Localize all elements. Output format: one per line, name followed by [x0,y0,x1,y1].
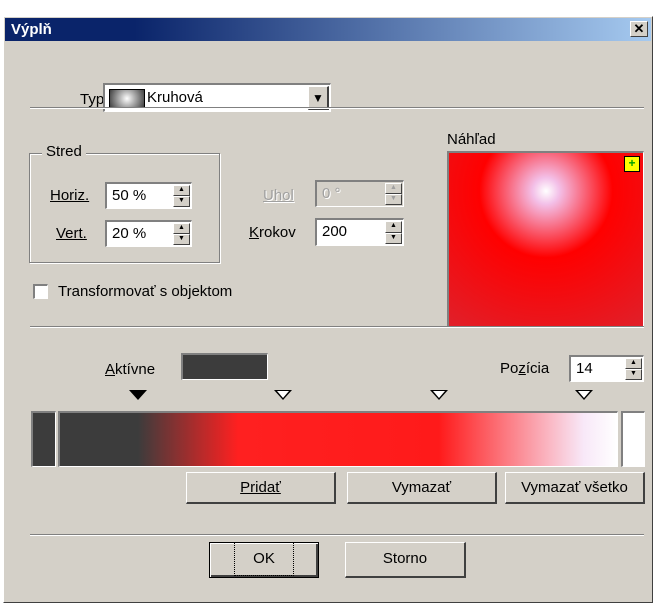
angle-value: 0 ° [322,185,341,202]
spin-up-icon[interactable]: ▲ [385,221,402,233]
end-color-fill [623,413,644,466]
start-color-fill [33,413,55,466]
vert-input[interactable]: 20 % ▲ ▼ [105,220,192,247]
gradient-bar[interactable] [58,411,618,467]
center-group-label: Stred [42,143,86,160]
cancel-button[interactable]: Storno [345,542,466,578]
steps-value: 200 [322,223,348,240]
spin-up-icon[interactable]: ▲ [173,223,190,234]
spin-down-icon[interactable]: ▼ [173,234,190,245]
angle-spinner: ▲ ▼ [385,183,402,205]
zoom-plus-icon[interactable]: + [624,156,640,172]
delete-stop-button[interactable]: Vymazať [347,472,497,504]
separator-middle [30,326,644,328]
type-value: Kruhová [147,89,203,106]
gradient-stop-marker[interactable] [273,390,292,400]
delete-all-button[interactable]: Vymazať všetko [505,472,645,504]
type-label: Typ [80,91,105,108]
spin-down-icon[interactable]: ▼ [385,232,402,244]
position-input[interactable]: 14 ▲ ▼ [569,355,644,382]
steps-input[interactable]: 200 ▲ ▼ [315,218,404,246]
delete-stop-label: Vymazať [391,479,452,496]
gradient-stop-marker[interactable] [574,390,593,400]
dialog-title: Výplň [11,21,52,38]
horiz-label: Horiz. [50,187,90,204]
add-stop-label: Pridať [240,479,281,496]
plus-glyph: + [628,156,636,170]
gradient-end-swatch[interactable] [621,411,645,467]
ok-label: OK [234,542,294,576]
gradient-stop-marker-selected[interactable] [128,390,147,400]
active-label: Aktívne [105,361,156,378]
delete-all-label: Vymazať všetko [521,479,628,496]
position-spinner[interactable]: ▲ ▼ [625,358,642,380]
spin-down-icon[interactable]: ▼ [625,369,642,380]
preview-label: Náhľad [447,131,496,148]
title-bar[interactable]: Výplň ✕ [5,18,651,41]
vert-spinner[interactable]: ▲ ▼ [173,223,190,245]
ok-button[interactable]: OK [209,542,319,578]
vert-value: 20 % [112,225,147,242]
gradient-fill [60,413,617,466]
separator-top [30,107,644,109]
separator-bottom [30,534,644,536]
horiz-spinner[interactable]: ▲ ▼ [173,185,190,207]
horiz-input[interactable]: 50 % ▲ ▼ [105,182,192,209]
add-stop-button[interactable]: Pridať [186,472,336,504]
spin-down-icon[interactable]: ▼ [173,196,190,207]
angle-label: Uhol [263,187,294,204]
position-label: Pozícia [500,360,550,377]
active-color-swatch[interactable] [181,353,268,380]
radial-gradient-icon [109,89,145,108]
vert-label: Vert. [56,225,87,242]
gradient-stop-marker[interactable] [429,390,448,400]
cancel-label: Storno [382,550,428,567]
angle-input: 0 ° ▲ ▼ [315,180,404,207]
transform-checkbox[interactable] [33,284,48,299]
close-icon: ✕ [633,21,645,36]
spin-up-icon[interactable]: ▲ [173,185,190,196]
spin-up-icon[interactable]: ▲ [625,358,642,369]
spin-up-icon: ▲ [385,183,402,194]
horiz-value: 50 % [112,187,147,204]
active-color-fill [183,355,267,379]
fill-dialog: Výplň ✕ Typ Kruhová ▼ Stred Horiz. 50 % … [3,16,653,603]
transform-label: Transformovať s objektom [58,283,233,300]
close-button[interactable]: ✕ [630,21,648,37]
gradient-markers [60,390,617,404]
preview-box: + [447,151,644,327]
preview-gradient [449,153,643,326]
spin-down-icon: ▼ [385,194,402,205]
gradient-start-swatch[interactable] [31,411,56,467]
position-value: 14 [576,360,593,377]
steps-spinner[interactable]: ▲ ▼ [385,221,402,244]
chevron-down-icon: ▼ [312,91,324,105]
steps-label: Krokov [249,224,296,241]
